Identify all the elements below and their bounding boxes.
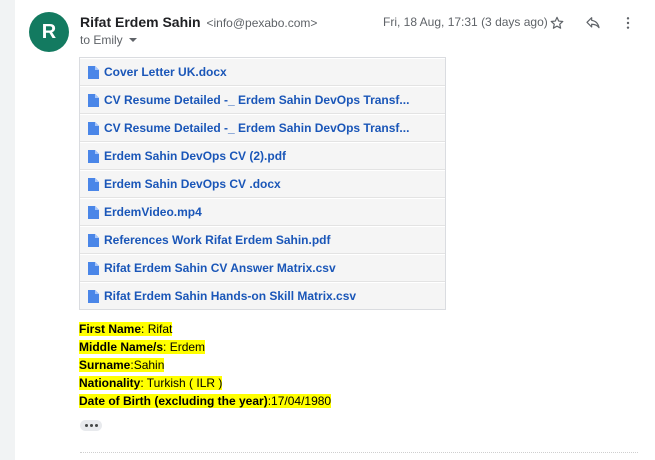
attachment-item[interactable]: Erdem Sahin DevOps CV .docx [80, 170, 445, 198]
field-first-name: First Name: Rifat [79, 320, 331, 338]
file-icon [88, 233, 99, 247]
more-options-button[interactable] [616, 11, 640, 35]
star-button[interactable] [545, 11, 569, 35]
file-icon [88, 205, 99, 219]
attachment-name[interactable]: References Work Rifat Erdem Sahin.pdf [104, 233, 331, 247]
email-date: Fri, 18 Aug, 17:31 (3 days ago) [383, 15, 548, 29]
field-value: :Sahin [130, 358, 165, 372]
dot-icon [89, 424, 93, 427]
show-trimmed-content-button[interactable] [80, 420, 102, 431]
dot-icon [94, 424, 98, 427]
applicant-details: First Name: Rifat Middle Name/s: Erdem S… [79, 320, 332, 410]
file-icon [88, 65, 99, 79]
message-divider [80, 452, 638, 453]
attachment-name[interactable]: CV Resume Detailed -_ Erdem Sahin DevOps… [104, 93, 409, 107]
field-label: Surname [79, 358, 131, 372]
field-label: Date of Birth (excluding the year) [79, 394, 268, 408]
chevron-down-icon[interactable] [128, 38, 137, 42]
field-label: Middle Name/s [79, 340, 164, 354]
field-middle-name: Middle Name/s: Erdem [79, 338, 331, 356]
attachments-list: Cover Letter UK.docx CV Resume Detailed … [79, 57, 446, 310]
field-nationality: Nationality: Turkish ( ILR ) [79, 374, 331, 392]
dot-icon [84, 424, 88, 427]
attachment-name[interactable]: Erdem Sahin DevOps CV (2).pdf [104, 149, 286, 163]
more-vert-icon [626, 17, 630, 29]
attachment-item[interactable]: References Work Rifat Erdem Sahin.pdf [80, 226, 445, 254]
reply-icon [586, 17, 600, 29]
attachment-item[interactable]: Rifat Erdem Sahin Hands-on Skill Matrix.… [80, 282, 445, 309]
field-label: First Name [79, 322, 142, 336]
avatar[interactable]: R [29, 12, 69, 52]
attachment-item[interactable]: Rifat Erdem Sahin CV Answer Matrix.csv [80, 254, 445, 282]
file-icon [88, 261, 99, 275]
field-date-of-birth: Date of Birth (excluding the year):17/04… [79, 392, 332, 410]
attachment-name[interactable]: ErdemVideo.mp4 [104, 205, 202, 219]
field-value: :17/04/1980 [267, 394, 332, 408]
to-recipient: to Emily [80, 33, 123, 47]
attachment-item[interactable]: ErdemVideo.mp4 [80, 198, 445, 226]
recipients-line[interactable]: to Emily [80, 33, 137, 47]
attachment-item[interactable]: CV Resume Detailed -_ Erdem Sahin DevOps… [80, 114, 445, 142]
attachment-name[interactable]: Rifat Erdem Sahin CV Answer Matrix.csv [104, 261, 336, 275]
attachment-name[interactable]: Erdem Sahin DevOps CV .docx [104, 177, 281, 191]
field-label: Nationality [79, 376, 141, 390]
attachment-item[interactable]: Erdem Sahin DevOps CV (2).pdf [80, 142, 445, 170]
star-icon [550, 16, 564, 29]
sender-name[interactable]: Rifat Erdem Sahin [80, 14, 201, 30]
file-icon [88, 121, 99, 135]
sender-email: <info@pexabo.com> [206, 16, 318, 30]
file-icon [88, 177, 99, 191]
attachment-name[interactable]: Cover Letter UK.docx [104, 65, 227, 79]
attachment-name[interactable]: CV Resume Detailed -_ Erdem Sahin DevOps… [104, 121, 409, 135]
field-value: : Erdem [163, 340, 206, 354]
attachment-item[interactable]: Cover Letter UK.docx [80, 58, 445, 86]
file-icon [88, 93, 99, 107]
field-surname: Surname:Sahin [79, 356, 331, 374]
left-panel-strip [0, 0, 15, 460]
sender-line: Rifat Erdem Sahin <info@pexabo.com> [80, 14, 317, 30]
reply-button[interactable] [581, 11, 605, 35]
field-value: : Turkish ( ILR ) [140, 376, 223, 390]
field-value: : Rifat [141, 322, 173, 336]
file-icon [88, 149, 99, 163]
file-icon [88, 289, 99, 303]
attachment-name[interactable]: Rifat Erdem Sahin Hands-on Skill Matrix.… [104, 289, 356, 303]
attachment-item[interactable]: CV Resume Detailed -_ Erdem Sahin DevOps… [80, 86, 445, 114]
